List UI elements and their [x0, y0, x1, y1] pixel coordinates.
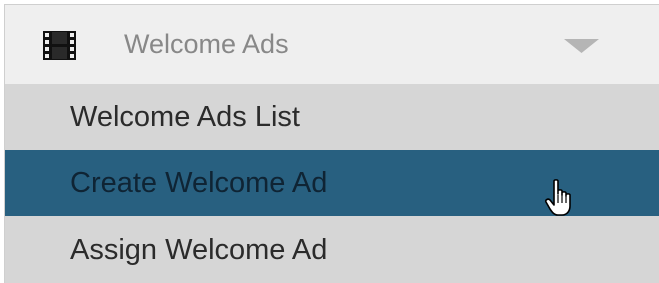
- caret-down-icon[interactable]: [564, 39, 599, 53]
- hand-pointer-icon: [545, 179, 571, 216]
- submenu-item-assign-welcome-ad[interactable]: Assign Welcome Ad: [5, 217, 659, 283]
- submenu-item-label: Assign Welcome Ad: [70, 234, 328, 266]
- submenu-item-label: Welcome Ads List: [70, 101, 300, 133]
- submenu-item-label: Create Welcome Ad: [70, 167, 328, 199]
- menu-header-label: Welcome Ads: [124, 29, 289, 59]
- submenu-item-create-welcome-ad[interactable]: Create Welcome Ad: [5, 150, 659, 216]
- welcome-ads-menu: Welcome Ads Welcome Ads List Create Welc…: [4, 4, 659, 283]
- film-icon: [43, 31, 76, 60]
- welcome-ads-menu-header[interactable]: Welcome Ads: [5, 5, 659, 84]
- submenu-item-welcome-ads-list[interactable]: Welcome Ads List: [5, 84, 659, 150]
